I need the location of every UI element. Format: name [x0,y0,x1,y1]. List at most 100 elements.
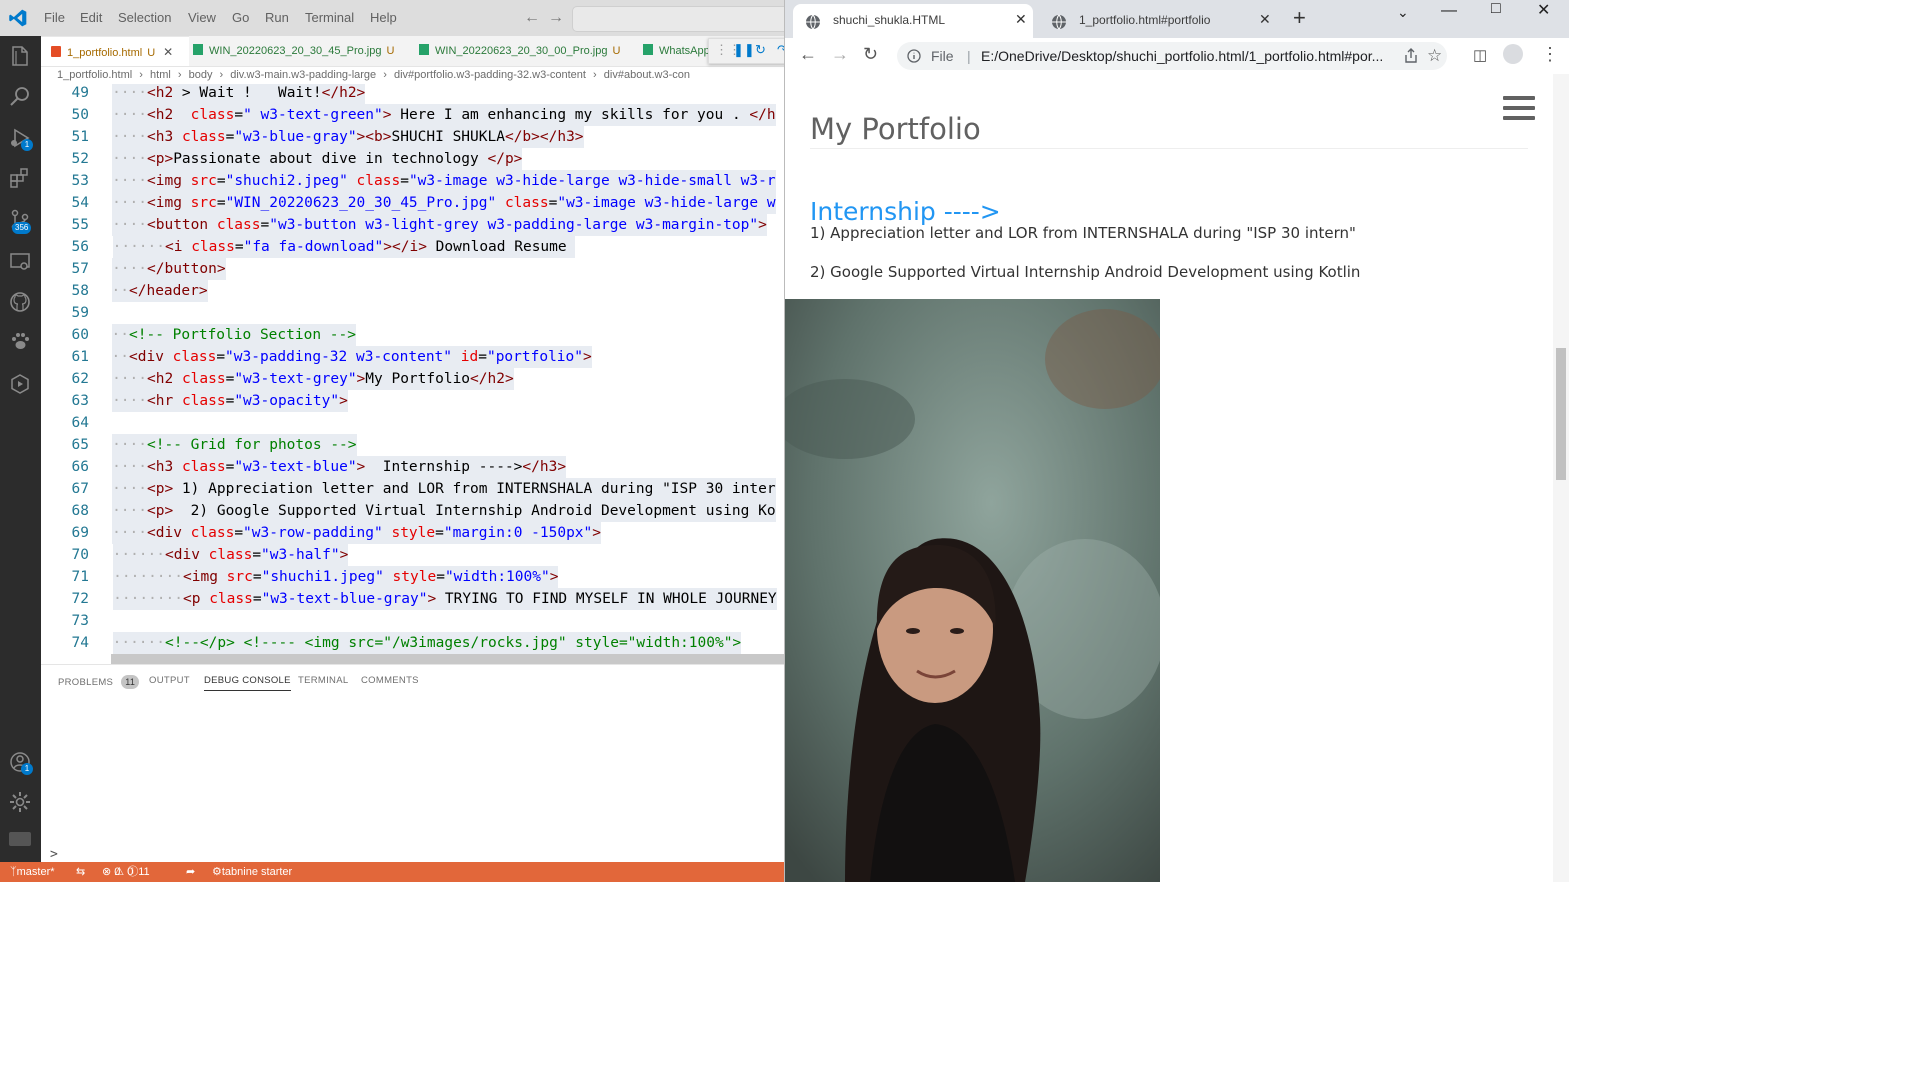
url-text[interactable]: E:/OneDrive/Desktop/shuchi_portfolio.htm… [981,42,1401,70]
command-center[interactable] [572,6,794,32]
code-line[interactable]: 60 ·· <!-- Portfolio Section --> [41,324,784,346]
code-line[interactable]: 56 ······ <i class="fa fa-download"></i> D… [41,236,784,258]
live-share-icon[interactable]: ➦ [186,862,195,882]
code-line[interactable]: 71 ········ <img src="shuchi1.jpeg" style=… [41,566,784,588]
paw-icon[interactable] [8,330,32,354]
code-line[interactable]: 62 ···· <h2 class="w3-text-grey">My Portfo… [41,368,784,390]
code-line[interactable]: 67 ···· <p> 1) Appreciation letter and LOR… [41,478,784,500]
maximize-icon[interactable]: □ [1491,0,1501,18]
code-line[interactable]: 72 ········ <p class="w3-text-blue-gray"> … [41,588,784,610]
menu-run[interactable]: Run [265,0,289,36]
tab-1-portfolio[interactable]: 1_portfolio.html U ✕ [41,36,189,66]
back-arrow-icon[interactable]: ← [524,9,540,27]
extensions-icon[interactable] [8,166,32,190]
breadcrumb-main[interactable]: div.w3-main.w3-padding-large [230,69,376,81]
address-bar[interactable]: File | E:/OneDrive/Desktop/shuchi_portfo… [897,42,1447,70]
remote-indicator-icon[interactable] [9,832,31,846]
code-line[interactable]: 58 ·· </header> [41,280,784,302]
panel-tab-output[interactable]: OUTPUT [149,675,190,686]
tab-whatsapp[interactable]: WhatsApp [641,36,710,66]
source-control-icon[interactable]: 356 [8,208,32,234]
minimize-icon[interactable]: — [1441,2,1457,20]
code-line[interactable]: 73 [41,610,784,632]
code-editor[interactable]: 49 ···· <h2 > Wait ! Wait!</h2> 50 ···· <h2 c… [41,84,784,664]
breadcrumb-file[interactable]: 1_portfolio.html [57,69,132,81]
panel-tab-terminal[interactable]: TERMINAL [298,675,348,686]
accounts-icon[interactable]: 1 [8,750,33,775]
browser-tab-shuchi[interactable]: shuchi_shukla.HTML ✕ [793,4,1033,38]
breadcrumb-html[interactable]: html [150,69,171,81]
breadcrumb-portfolio[interactable]: div#portfolio.w3-padding-32.w3-content [394,69,586,81]
code-line[interactable]: 61 ·· <div class="w3-padding-32 w3-content… [41,346,784,368]
menu-selection[interactable]: Selection [118,0,171,36]
code-line[interactable]: 63 ···· <hr class="w3-opacity"> [41,390,784,412]
code-line[interactable]: 55 ···· <button class="w3-button w3-light-… [41,214,784,236]
code-line[interactable]: 69 ···· <div class="w3-row-padding" style=… [41,522,784,544]
tab-win-2030-45[interactable]: WIN_20220623_20_30_45_Pro.jpg U [191,36,394,66]
forward-arrow-icon[interactable]: → [831,44,849,65]
breadcrumb-about[interactable]: div#about.w3-con [604,69,690,81]
menu-file[interactable]: File [44,0,65,36]
menu-terminal[interactable]: Terminal [305,0,354,36]
pause-icon[interactable]: ❚❚ [733,42,755,58]
back-arrow-icon[interactable]: ← [799,44,817,65]
branch-status[interactable]: ᛉ master* [10,862,55,882]
sync-icon[interactable]: ⇆ [76,862,85,882]
run-debug-icon[interactable]: 1 [8,126,33,151]
menu-go[interactable]: Go [232,0,249,36]
panel-tab-comments[interactable]: COMMENTS [361,675,419,686]
line-number: 51 [71,129,89,145]
code-line[interactable]: 70 ······ <div class="w3-half"> [41,544,784,566]
problems-status[interactable]: ⊗ 0 ⚠ 0 ⓘ 11 [102,862,150,882]
horizontal-scrollbar[interactable] [111,654,784,664]
code-line[interactable]: 68 ···· <p> 2) Google Supported Virtual In… [41,500,784,522]
code-line[interactable]: 65 ···· <!-- Grid for photos --> [41,434,784,456]
share-icon[interactable] [1403,48,1419,64]
close-tab-icon[interactable]: ✕ [1259,11,1271,28]
new-tab-icon[interactable]: + [1293,5,1306,31]
gear-icon[interactable] [8,790,32,814]
tab-win-2030-00[interactable]: WIN_20220623_20_30_00_Pro.jpg U [417,36,620,66]
restart-icon[interactable]: ↻ [755,42,766,58]
reload-icon[interactable]: ↻ [863,44,878,65]
hamburger-menu-icon[interactable] [1503,96,1535,124]
menu-edit[interactable]: Edit [80,0,102,36]
page-scrollbar[interactable] [1553,74,1569,882]
forward-arrow-icon[interactable]: → [548,9,564,27]
browser-tab-portfolio[interactable]: 1_portfolio.html#portfolio ✕ [1039,4,1279,38]
menu-help[interactable]: Help [370,0,397,36]
bookmark-star-icon[interactable]: ☆ [1427,42,1442,70]
code-line[interactable]: 66 ···· <h3 class="w3-text-blue"> Internsh… [41,456,784,478]
code-line[interactable]: 54 ···· <img src="WIN_20220623_20_30_45_Pr… [41,192,784,214]
code-line[interactable]: 64 [41,412,784,434]
scrollbar-thumb[interactable] [1556,348,1566,480]
panel-tab-debug-console[interactable]: DEBUG CONSOLE [204,675,291,691]
close-window-icon[interactable]: ✕ [1537,0,1550,20]
testing-icon[interactable] [8,372,32,396]
explorer-icon[interactable] [8,44,32,68]
side-panel-icon[interactable]: ◫ [1473,46,1487,64]
info-icon[interactable] [907,49,921,63]
code-line[interactable]: 49 ···· <h2 > Wait ! Wait!</h2> [41,84,784,104]
tabnine-status[interactable]: ⚙ tabnine starter [212,862,292,882]
close-tab-icon[interactable]: ✕ [1015,11,1027,28]
code-line[interactable]: 74 ······ <!--</p> <!---- <img src="/w3ima… [41,632,784,654]
remote-explorer-icon[interactable] [8,250,32,274]
profile-avatar[interactable] [1503,44,1523,64]
tab-search-icon[interactable]: ⌄ [1397,4,1409,21]
code-line[interactable]: 57 ···· </button> [41,258,784,280]
close-icon[interactable]: ✕ [163,45,173,59]
code-line[interactable]: 53 ···· <img src="shuchi2.jpeg" class="w3-… [41,170,784,192]
more-menu-icon[interactable]: ⋮ [1541,44,1559,65]
panel-tab-problems[interactable]: PROBLEMS 11 [58,675,140,689]
debug-console-prompt[interactable]: > [50,847,58,862]
search-icon[interactable] [8,84,32,108]
menu-view[interactable]: View [188,0,216,36]
code-line[interactable]: 52 ···· <p>Passionate about dive in techno… [41,148,784,170]
code-line[interactable]: 51 ···· <h3 class="w3-blue-gray"><b>SHUCHI… [41,126,784,148]
code-line[interactable]: 50 ···· <h2 class=" w3-text-green"> Here I… [41,104,784,126]
breadcrumb-body[interactable]: body [189,69,213,81]
code-text: ···· <!-- Grid for photos --> [112,434,357,456]
github-icon[interactable] [8,290,32,314]
code-line[interactable]: 59 [41,302,784,324]
